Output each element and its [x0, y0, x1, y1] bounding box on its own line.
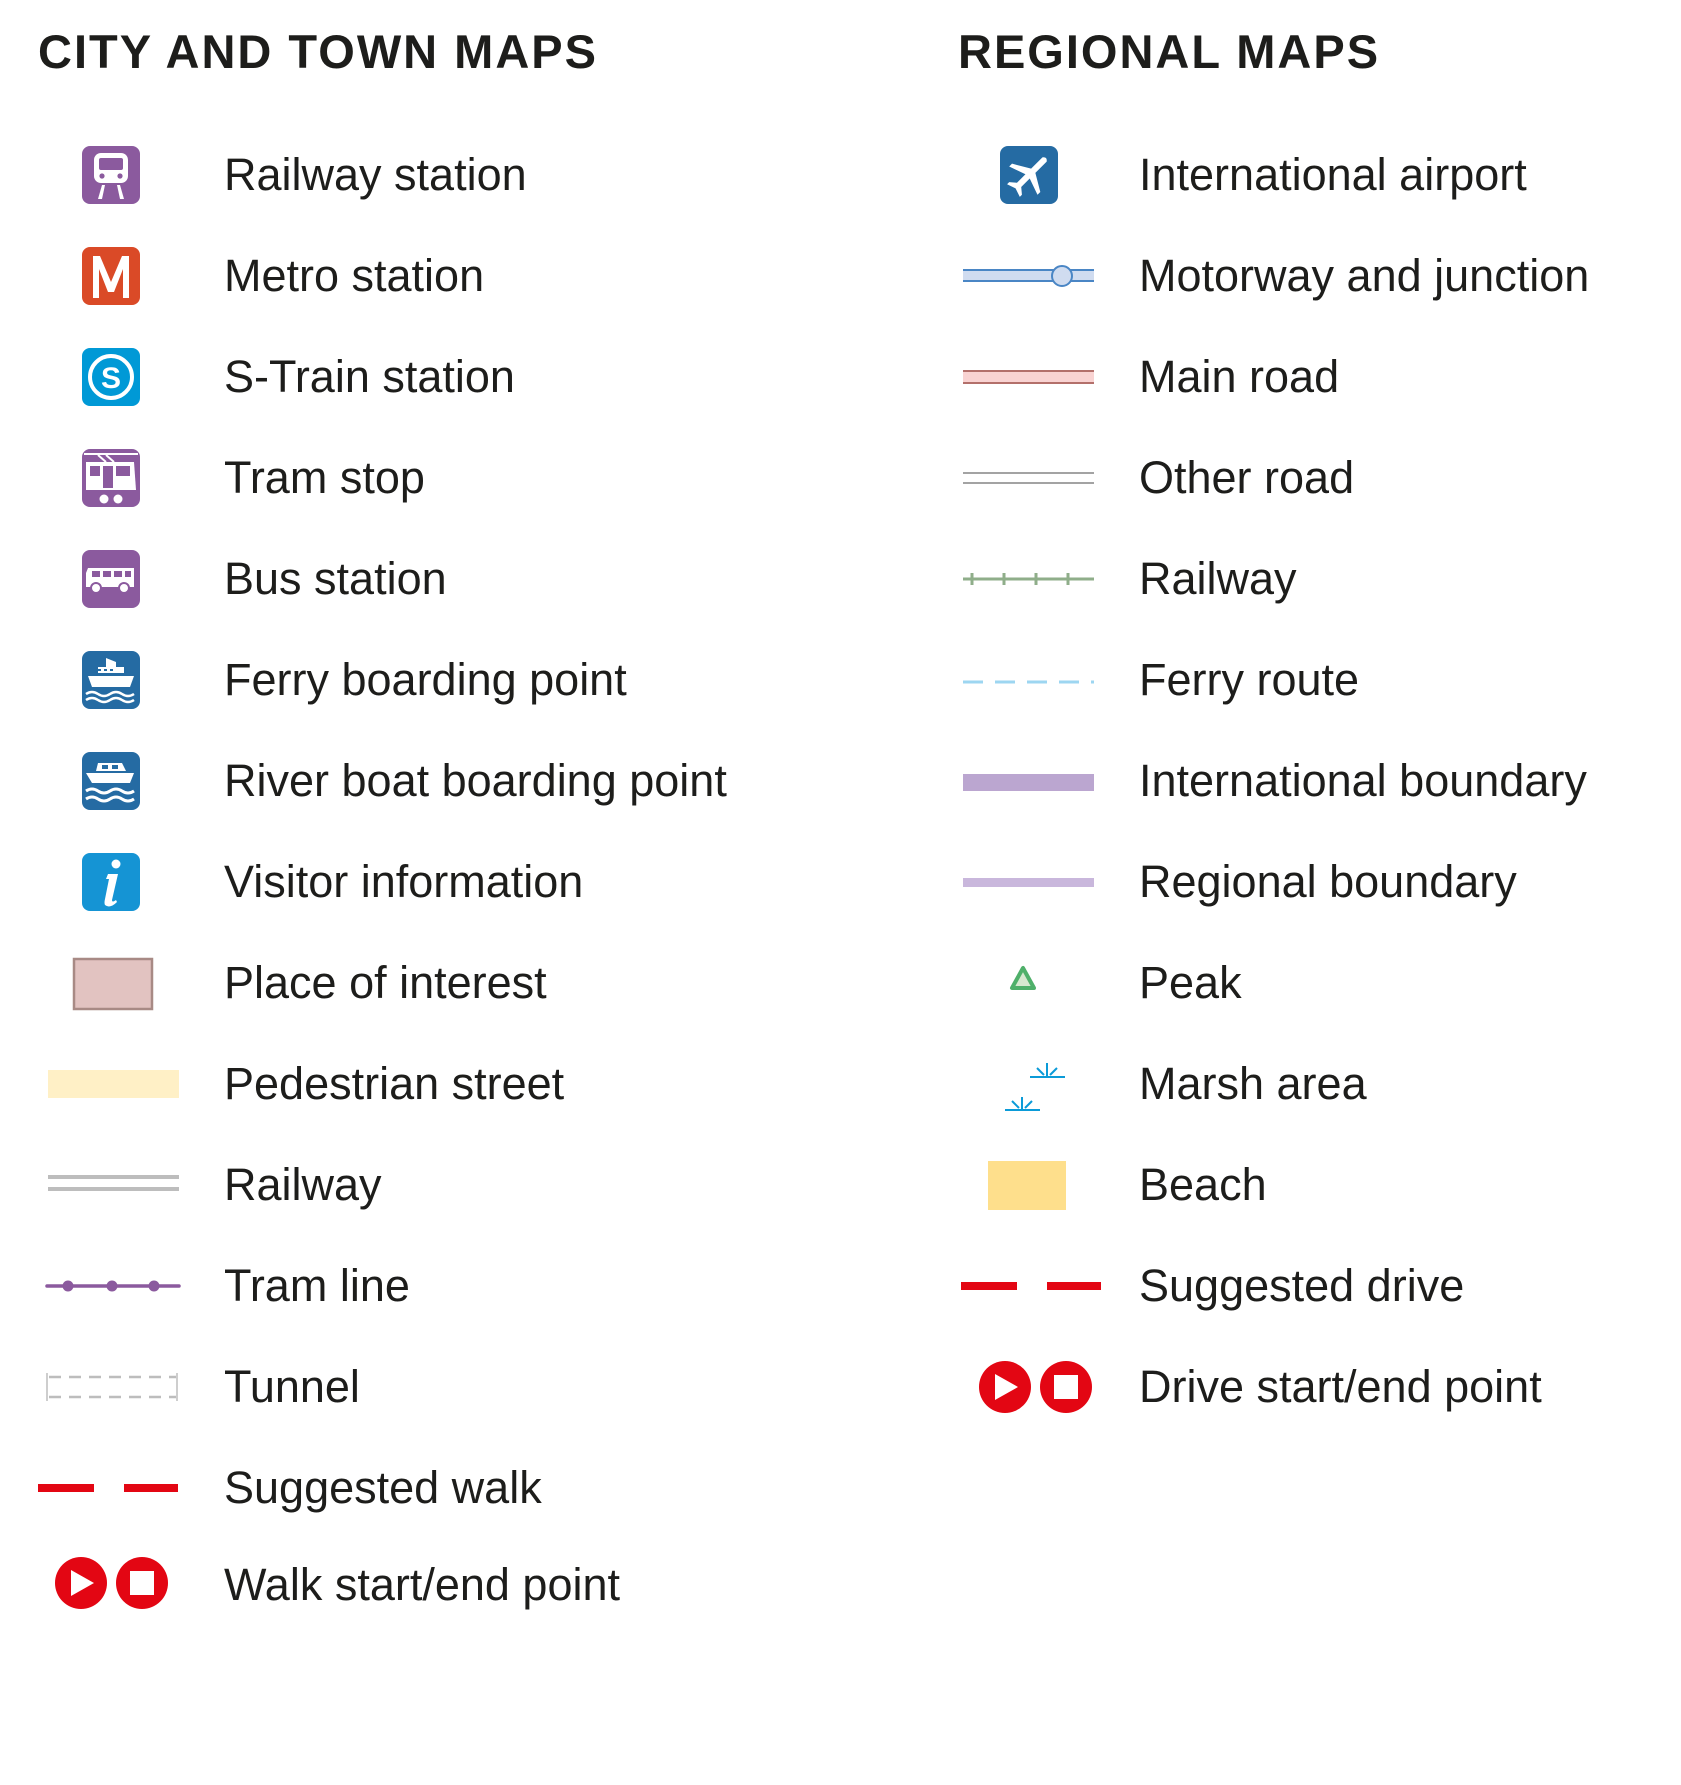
suggested-walk-icon	[36, 1448, 186, 1528]
legend-label: International airport	[1139, 149, 1527, 200]
legend-item: International boundary	[0, 741, 1587, 821]
legend-item: Peak	[0, 943, 1242, 1023]
legend-item: Drive start/end point	[0, 1347, 1542, 1427]
legend-label: Other road	[1139, 452, 1355, 503]
motorway-junction-icon	[958, 236, 1108, 316]
legend-label: International boundary	[1139, 755, 1587, 806]
legend-item: Main road	[0, 337, 1339, 417]
legend-item: Other road	[0, 438, 1354, 518]
ferry-route-icon	[958, 640, 1108, 720]
marsh-icon	[958, 1044, 1108, 1124]
legend-label: Ferry route	[1139, 654, 1360, 705]
legend-item: Motorway and junction	[0, 236, 1589, 316]
walk-start-end-icon	[36, 1545, 186, 1625]
beach-swatch	[958, 1145, 1108, 1225]
legend-item: Marsh area	[0, 1044, 1367, 1124]
legend-item: International airport	[0, 135, 1527, 215]
legend-label: Main road	[1139, 351, 1340, 402]
legend-label: Walk start/end point	[224, 1559, 621, 1610]
peak-icon	[958, 943, 1108, 1023]
legend-item: Suggested walk	[0, 1448, 800, 1528]
legend-item: Ferry route	[0, 640, 1359, 720]
drive-start-end-icon	[958, 1347, 1108, 1427]
legend-label: Motorway and junction	[1139, 250, 1590, 301]
legend-label: Suggested drive	[1139, 1260, 1465, 1311]
legend-label: Railway	[1139, 553, 1297, 604]
international-boundary-icon	[958, 741, 1108, 821]
legend-label: Regional boundary	[1139, 856, 1517, 907]
regional-maps-heading: REGIONAL MAPS	[958, 25, 1381, 78]
legend-label: Peak	[1139, 957, 1242, 1008]
other-road-icon	[958, 438, 1108, 518]
regional-boundary-icon	[958, 842, 1108, 922]
legend-item: Railway	[0, 539, 1297, 619]
city-maps-heading: CITY AND TOWN MAPS	[38, 25, 598, 78]
legend-label: Drive start/end point	[1139, 1361, 1542, 1412]
suggested-drive-icon	[958, 1246, 1108, 1326]
legend-label: Marsh area	[1139, 1058, 1367, 1109]
main-road-icon	[958, 337, 1108, 417]
legend-item: Suggested drive	[0, 1246, 1464, 1326]
legend-item: Beach	[0, 1145, 1267, 1225]
railway-line-icon	[958, 539, 1108, 619]
legend-label: Suggested walk	[224, 1462, 542, 1513]
legend-item: Walk start/end point	[0, 1545, 800, 1625]
airport-icon	[958, 135, 1108, 215]
legend-item: Regional boundary	[0, 842, 1517, 922]
legend-label: Beach	[1139, 1159, 1267, 1210]
